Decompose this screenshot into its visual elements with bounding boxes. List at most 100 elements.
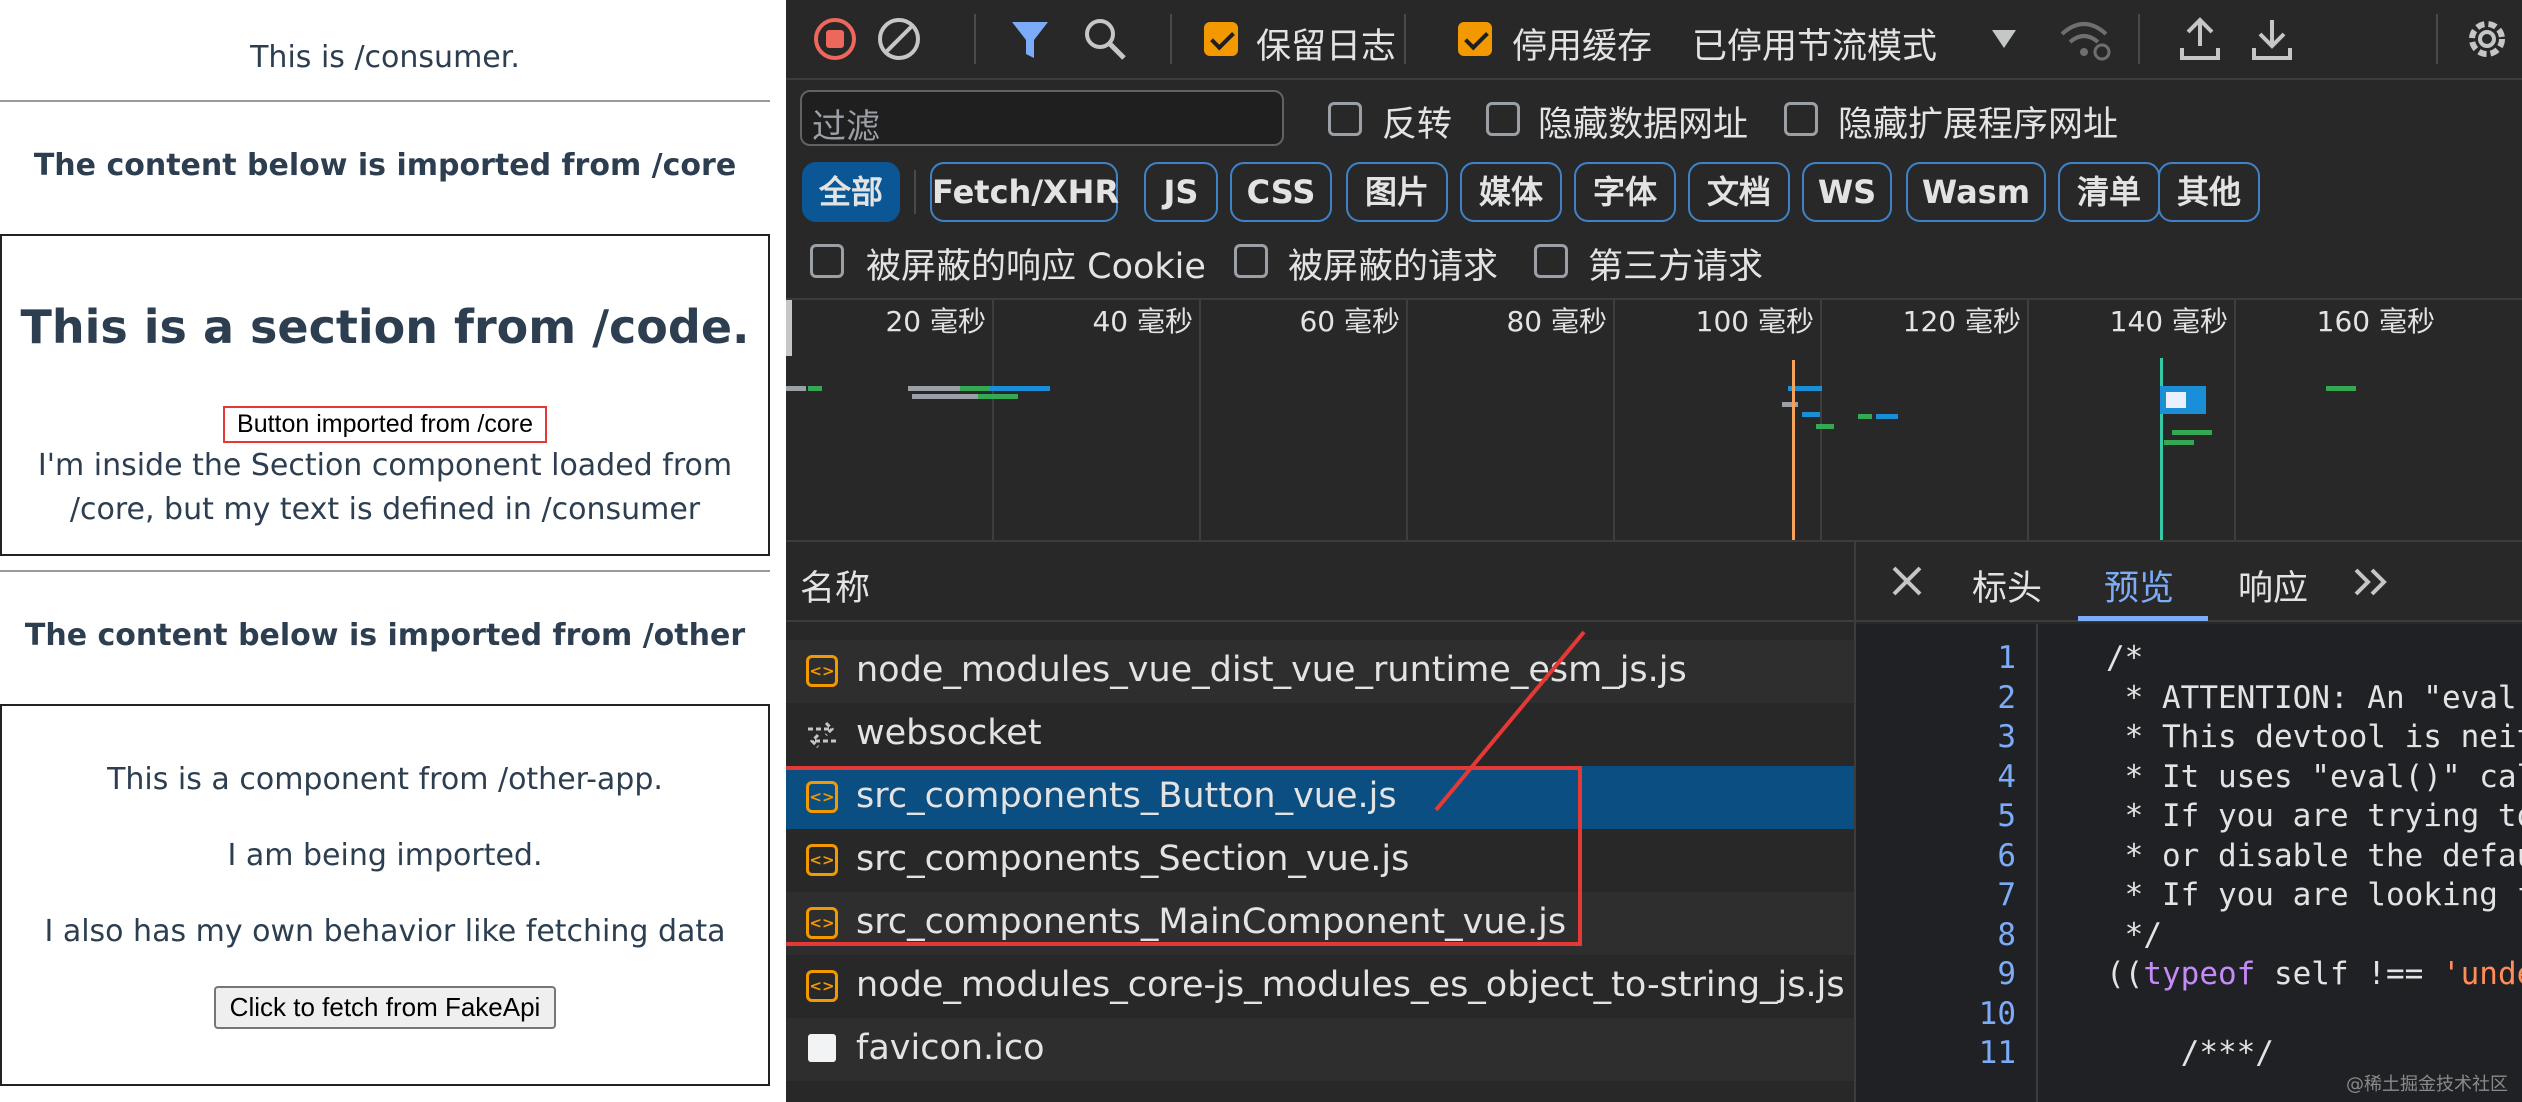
- type-filter-font[interactable]: 字体: [1574, 162, 1676, 222]
- section-title: This is a section from /code.: [20, 300, 750, 354]
- tab-preview[interactable]: 预览: [2104, 560, 2174, 611]
- toolbar-divider: [1170, 14, 1172, 64]
- code-line: * If you are looking for: [2124, 877, 2522, 913]
- line-number: 3: [1997, 719, 2016, 755]
- type-filter-img[interactable]: 图片: [1346, 162, 1448, 222]
- timeline-tick: 120 毫秒: [1902, 305, 2021, 338]
- timeline-tick: 160 毫秒: [2316, 305, 2435, 338]
- name-column-header[interactable]: 名称: [800, 560, 870, 611]
- fetch-button[interactable]: Click to fetch from FakeApi: [213, 986, 557, 1029]
- clear-icon[interactable]: [876, 16, 922, 62]
- grid-line: [2027, 300, 2029, 540]
- throttling-select[interactable]: 已停用节流模式: [1692, 18, 1937, 69]
- line-number: 6: [1997, 838, 2016, 874]
- type-filter-all[interactable]: 全部: [802, 162, 900, 222]
- invert-checkbox[interactable]: [1328, 102, 1362, 136]
- type-filter-other[interactable]: 其他: [2158, 162, 2260, 222]
- hide-extension-urls-label: 隐藏扩展程序网址: [1838, 105, 2119, 145]
- timeline-handle[interactable]: [786, 300, 792, 356]
- type-filter-wasm[interactable]: Wasm: [1906, 162, 2046, 222]
- code-line: */: [2106, 917, 2162, 953]
- timeline-tick: 80 毫秒: [1506, 305, 1607, 338]
- section-text-line-2: /core, but my text is defined in /consum…: [69, 492, 701, 527]
- grid-line: [992, 300, 994, 540]
- search-icon[interactable]: [1082, 16, 1128, 62]
- request-name: websocket: [856, 713, 1042, 753]
- more-tabs-icon[interactable]: [2352, 566, 2392, 598]
- request-row[interactable]: <> node_modules_vue_dist_vue_runtime_esm…: [786, 640, 1854, 703]
- code-text: self !==: [2255, 956, 2442, 992]
- request-row[interactable]: favicon.ico: [786, 1018, 1854, 1081]
- request-row[interactable]: websocket: [786, 703, 1854, 766]
- preserve-log-checkbox[interactable]: [1204, 22, 1238, 56]
- code-line: ((typeof self !== 'undefi: [2106, 956, 2522, 992]
- toolbar-divider: [2138, 14, 2140, 64]
- waterfall-bar: [1816, 424, 1834, 429]
- gear-icon[interactable]: [2462, 14, 2512, 64]
- hide-data-urls-checkbox[interactable]: [1486, 102, 1520, 136]
- dom-content-loaded-marker: [1792, 360, 1795, 540]
- code-string: 'undefi: [2441, 956, 2522, 992]
- close-icon[interactable]: [1890, 564, 1924, 598]
- disable-cache-checkbox[interactable]: [1458, 22, 1492, 56]
- other-section-box: This is a component from /other-app. I a…: [0, 704, 770, 1086]
- type-filter-fetch-xhr[interactable]: Fetch/XHR: [930, 162, 1119, 222]
- section-text-line-1: I'm inside the Section component loaded …: [37, 448, 733, 483]
- consumer-page: This is /consumer. The content below is …: [0, 0, 786, 1102]
- waterfall-bar: [2326, 386, 2356, 391]
- waterfall-bar: [978, 394, 1018, 399]
- waterfall-bar: [2164, 440, 2194, 445]
- core-button[interactable]: Button imported from /core: [223, 406, 547, 443]
- code-preview[interactable]: 1 2 3 4 5 6 7 8 9 10 11 /* * ATTENTION: …: [1856, 624, 2522, 1102]
- waterfall-bar: [808, 386, 822, 391]
- tab-response[interactable]: 响应: [2238, 560, 2308, 611]
- record-stop-icon[interactable]: [812, 16, 858, 62]
- upload-icon[interactable]: [2178, 16, 2222, 62]
- line-number: 1: [1997, 640, 2016, 676]
- timeline-tick: 60 毫秒: [1299, 305, 1400, 338]
- filter-placeholder: 过滤: [812, 107, 880, 147]
- tab-active-indicator: [2078, 616, 2208, 621]
- script-icon: <>: [806, 970, 838, 1002]
- hide-extension-urls-checkbox[interactable]: [1784, 102, 1818, 136]
- tab-headers[interactable]: 标头: [1972, 560, 2042, 611]
- script-icon: <>: [806, 655, 838, 687]
- blocked-requests-checkbox[interactable]: [1234, 244, 1268, 278]
- grid-line: [2234, 300, 2236, 540]
- type-filter-js[interactable]: JS: [1144, 162, 1218, 222]
- type-filter-media[interactable]: 媒体: [1460, 162, 1562, 222]
- hide-data-urls-label: 隐藏数据网址: [1538, 105, 1749, 145]
- waterfall-bar: [1782, 402, 1798, 407]
- line-number: 7: [1997, 877, 2016, 913]
- preserve-log-label: 保留日志: [1256, 27, 1397, 67]
- gutter-divider: [2036, 624, 2038, 1102]
- code-keyword: typeof: [2143, 956, 2256, 992]
- type-filter-manifest[interactable]: 清单: [2058, 162, 2160, 222]
- invert-label: 反转: [1382, 105, 1453, 145]
- divider: [0, 570, 770, 572]
- blocked-cookies-label: 被屏蔽的响应 Cookie: [866, 247, 1206, 287]
- type-filter-css[interactable]: CSS: [1230, 162, 1332, 222]
- devtools-network-panel: 保留日志 停用缓存 已停用节流模式 过滤 反转 隐藏数据网址 隐藏扩展程序网址 …: [786, 0, 2522, 1102]
- third-party-checkbox[interactable]: [1534, 244, 1568, 278]
- chevron-down-icon[interactable]: [1990, 28, 2018, 50]
- type-filter-ws[interactable]: WS: [1802, 162, 1892, 222]
- filter-icon[interactable]: [1010, 18, 1050, 62]
- type-filter-doc[interactable]: 文档: [1688, 162, 1790, 222]
- document-icon: [808, 1034, 836, 1062]
- waterfall-bar: [990, 386, 1050, 391]
- pill-divider: [914, 170, 916, 214]
- grid-line: [1406, 300, 1408, 540]
- request-row[interactable]: <> node_modules_core-js_modules_es_objec…: [786, 955, 1854, 1018]
- wifi-settings-icon[interactable]: [2058, 14, 2114, 64]
- third-party-label: 第三方请求: [1588, 247, 1764, 287]
- download-icon[interactable]: [2250, 16, 2294, 62]
- waterfall-bar: [1858, 414, 1872, 419]
- timeline-tick: 100 毫秒: [1695, 305, 1814, 338]
- blocked-cookies-checkbox[interactable]: [810, 244, 844, 278]
- filter-input[interactable]: 过滤: [800, 90, 1284, 147]
- code-line: /***/: [2106, 1035, 2274, 1071]
- core-heading: The content below is imported from /core: [33, 148, 737, 183]
- grid-line: [1820, 300, 1822, 540]
- watermark: @稀土掘金技术社区: [2346, 1074, 2508, 1095]
